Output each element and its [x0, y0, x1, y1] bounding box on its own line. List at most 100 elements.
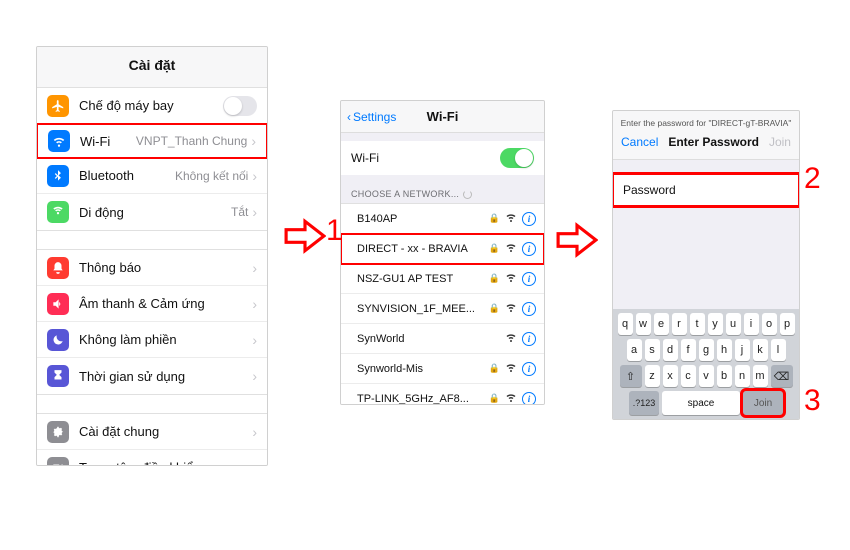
row-label: Thông báo — [79, 260, 252, 275]
row-value: VNPT_Thanh Chung — [136, 134, 247, 148]
info-icon[interactable]: i — [522, 332, 536, 346]
info-icon[interactable]: i — [522, 272, 536, 286]
moon-icon — [47, 329, 69, 351]
cancel-button[interactable]: Cancel — [621, 135, 658, 149]
key-s[interactable]: s — [645, 339, 660, 361]
key-c[interactable]: c — [681, 365, 696, 387]
network-row[interactable]: Synworld-Mis🔒i — [341, 354, 544, 384]
row-general[interactable]: Cài đặt chung › — [37, 414, 267, 450]
speaker-icon — [47, 293, 69, 315]
antenna-icon — [47, 201, 69, 223]
lock-icon: 🔒 — [489, 273, 500, 284]
network-name: SYNVISION_1F_MEE... — [357, 303, 489, 315]
key-join[interactable]: Join — [743, 391, 783, 415]
row-label: Âm thanh & Cảm ứng — [79, 296, 252, 311]
key-e[interactable]: e — [654, 313, 669, 335]
network-row[interactable]: SYNVISION_1F_MEE...🔒i — [341, 294, 544, 324]
row-notifications[interactable]: Thông báo › — [37, 250, 267, 286]
row-wifi[interactable]: Wi-Fi VNPT_Thanh Chung › — [36, 123, 268, 159]
key-a[interactable]: a — [627, 339, 642, 361]
key-q[interactable]: q — [618, 313, 633, 335]
info-icon[interactable]: i — [522, 242, 536, 256]
key-b[interactable]: b — [717, 365, 732, 387]
key-f[interactable]: f — [681, 339, 696, 361]
lock-icon: 🔒 — [489, 213, 500, 224]
bluetooth-icon — [47, 165, 69, 187]
info-icon[interactable]: i — [522, 392, 536, 406]
key-z[interactable]: z — [645, 365, 660, 387]
wifi-body: Wi-Fi CHOOSE A NETWORK... B140AP🔒iDIRECT… — [341, 141, 544, 405]
wifi-icon — [48, 130, 70, 152]
hourglass-icon — [47, 365, 69, 387]
settings-group-connectivity: Chế độ máy bay Wi-Fi VNPT_Thanh Chung › … — [37, 87, 267, 231]
chevron-right-icon: › — [252, 168, 257, 184]
airplane-toggle[interactable] — [223, 96, 257, 116]
airplane-icon — [47, 95, 69, 117]
row-sounds[interactable]: Âm thanh & Cảm ứng › — [37, 286, 267, 322]
key-n[interactable]: n — [735, 365, 750, 387]
sliders-icon — [47, 457, 69, 467]
info-icon[interactable]: i — [522, 212, 536, 226]
row-label: Thời gian sử dụng — [79, 369, 252, 384]
wifi-signal-icon — [505, 242, 517, 255]
key-m[interactable]: m — [753, 365, 768, 387]
settings-group-notifications: Thông báo › Âm thanh & Cảm ứng › Không l… — [37, 249, 267, 395]
key-d[interactable]: d — [663, 339, 678, 361]
key-j[interactable]: j — [735, 339, 750, 361]
network-name: Synworld-Mis — [357, 363, 489, 375]
join-nav-button[interactable]: Join — [769, 135, 791, 149]
network-row[interactable]: B140AP🔒 i — [341, 204, 544, 234]
network-row[interactable]: TP-LINK_5GHz_AF8...🔒i — [341, 384, 544, 405]
key-r[interactable]: r — [672, 313, 687, 335]
settings-group-general: Cài đặt chung › Trung tâm điều khiển › M… — [37, 413, 267, 466]
network-row[interactable]: SynWorldi — [341, 324, 544, 354]
key-g[interactable]: g — [699, 339, 714, 361]
wifi-toggle[interactable] — [500, 148, 534, 168]
wifi-signal-icon — [505, 332, 517, 345]
step-number-1: 1 — [326, 214, 343, 248]
key-p[interactable]: p — [780, 313, 795, 335]
keyboard-row: asdfghjkl — [615, 339, 797, 361]
key-x[interactable]: x — [663, 365, 678, 387]
network-row[interactable]: DIRECT - xx - BRAVIA🔒i — [341, 234, 544, 264]
network-name: NSZ-GU1 AP TEST — [357, 273, 489, 285]
key-o[interactable]: o — [762, 313, 777, 335]
key-l[interactable]: l — [771, 339, 786, 361]
wifi-master-row: Wi-Fi — [341, 141, 544, 175]
row-dnd[interactable]: Không làm phiền › — [37, 322, 267, 358]
network-icons: 🔒i — [489, 302, 536, 316]
row-cellular[interactable]: Di động Tắt › — [37, 194, 267, 230]
key-w[interactable]: w — [636, 313, 651, 335]
key-i[interactable]: i — [744, 313, 759, 335]
row-label: Bluetooth — [79, 168, 175, 183]
key-y[interactable]: y — [708, 313, 723, 335]
row-value: Tắt — [231, 205, 248, 219]
row-value: Không kết nối — [175, 169, 248, 183]
key-backspace[interactable]: ⌫ — [771, 365, 793, 387]
step-arrow-icon — [284, 218, 326, 254]
key-k[interactable]: k — [753, 339, 768, 361]
key-v[interactable]: v — [699, 365, 714, 387]
network-name: B140AP — [357, 213, 489, 225]
info-icon[interactable]: i — [522, 302, 536, 316]
chevron-left-icon: ‹ — [347, 110, 351, 124]
key-shift[interactable]: ⇧ — [620, 365, 642, 387]
back-button[interactable]: ‹ Settings — [341, 110, 396, 124]
row-label: Không làm phiền — [79, 332, 252, 347]
key-t[interactable]: t — [690, 313, 705, 335]
info-icon[interactable]: i — [522, 362, 536, 376]
row-airplane-mode[interactable]: Chế độ máy bay — [37, 88, 267, 124]
key-space[interactable]: space — [662, 391, 740, 415]
row-control-center[interactable]: Trung tâm điều khiển › — [37, 450, 267, 466]
lock-icon: 🔒 — [489, 303, 500, 314]
network-row[interactable]: NSZ-GU1 AP TEST🔒 i — [341, 264, 544, 294]
key-u[interactable]: u — [726, 313, 741, 335]
row-bluetooth[interactable]: Bluetooth Không kết nối › — [37, 158, 267, 194]
network-list: B140AP🔒iDIRECT - xx - BRAVIA🔒iNSZ-GU1 AP… — [341, 203, 544, 405]
key-123[interactable]: .?123 — [629, 391, 659, 415]
chevron-right-icon: › — [252, 204, 257, 220]
choose-network-header: CHOOSE A NETWORK... — [341, 185, 544, 203]
password-field[interactable]: Password — [613, 174, 799, 206]
key-h[interactable]: h — [717, 339, 732, 361]
row-screentime[interactable]: Thời gian sử dụng › — [37, 358, 267, 394]
